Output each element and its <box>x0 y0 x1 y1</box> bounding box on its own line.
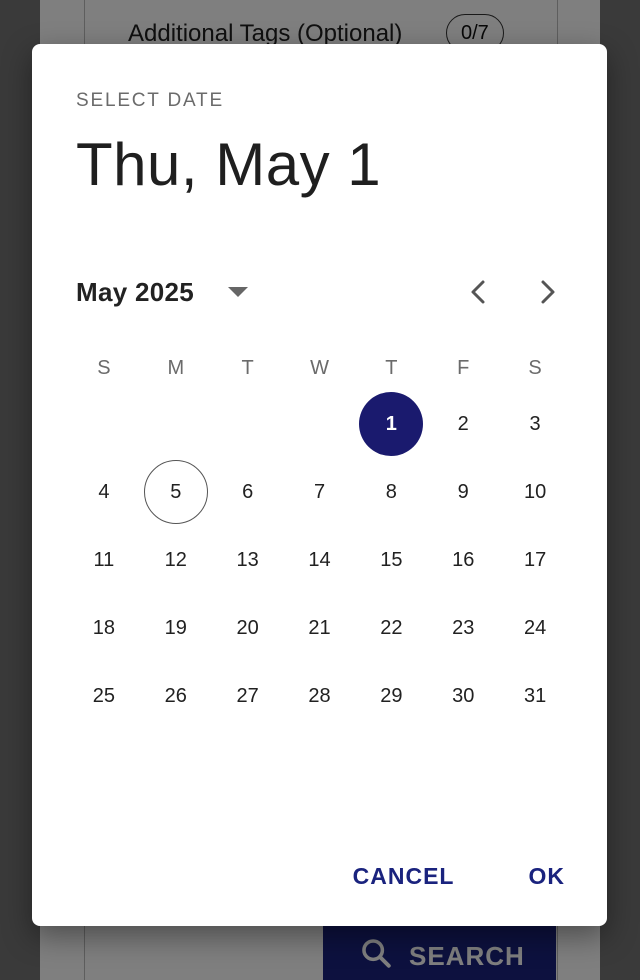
calendar-day-2[interactable]: 2 <box>427 390 499 458</box>
calendar-day-19[interactable]: 19 <box>140 594 212 662</box>
calendar-day-label: 27 <box>236 684 259 707</box>
calendar-day-label: 18 <box>92 616 116 639</box>
calendar-day-label: 5 <box>143 460 208 524</box>
ok-button[interactable]: OK <box>527 859 568 894</box>
calendar-day-label <box>216 392 280 456</box>
calendar-day-18[interactable]: 18 <box>68 594 140 662</box>
calendar-day-30[interactable]: 30 <box>427 662 499 730</box>
arrow-drop-down-icon[interactable] <box>218 272 258 312</box>
calendar-day-label: 8 <box>385 480 397 503</box>
calendar-day-label: 16 <box>452 548 475 571</box>
calendar-day-label: 26 <box>164 684 187 707</box>
weekday-label: T <box>241 356 254 379</box>
calendar-days: 1 2 3 4 5 6 7 8 9 10 11 12 13 14 15 16 17 18 19 20 21 22 23 24 2… <box>68 390 571 730</box>
calendar-day-9[interactable]: 9 <box>427 458 499 526</box>
calendar-empty-cell <box>140 390 212 458</box>
calendar-day-label: 15 <box>380 548 403 571</box>
calendar-day-label: 30 <box>452 684 475 707</box>
calendar-day-label: 1 <box>359 392 424 456</box>
calendar-day-6[interactable]: 6 <box>212 458 284 526</box>
calendar-day-14[interactable]: 14 <box>284 526 356 594</box>
calendar-day-label: 11 <box>93 548 115 571</box>
previous-month-button[interactable] <box>456 270 500 314</box>
calendar-day-label: 9 <box>457 480 469 503</box>
calendar-day-label: 28 <box>308 684 331 707</box>
calendar-day-label <box>72 392 136 456</box>
calendar-day-17[interactable]: 17 <box>499 526 571 594</box>
calendar-day-label: 6 <box>242 480 254 503</box>
calendar-day-label: 13 <box>236 548 259 571</box>
calendar-week-row: 1 2 3 <box>68 390 571 458</box>
calendar-day-label: 22 <box>380 616 403 639</box>
calendar-day-12[interactable]: 12 <box>140 526 212 594</box>
calendar-day-11[interactable]: 11 <box>68 526 140 594</box>
calendar-day-label: 7 <box>313 480 326 503</box>
calendar-week-row: 4 5 6 7 8 9 10 <box>68 458 571 526</box>
calendar-day-27[interactable]: 27 <box>212 662 284 730</box>
calendar-day-label: 20 <box>236 616 259 639</box>
calendar-day-label: 2 <box>457 412 469 435</box>
calendar-day-31[interactable]: 31 <box>499 662 571 730</box>
calendar-week-row: 18 19 20 21 22 23 24 <box>68 594 571 662</box>
calendar-day-1[interactable]: 1 <box>355 390 427 458</box>
weekday-label: T <box>385 356 398 379</box>
calendar-day-label: 24 <box>523 616 547 639</box>
calendar-empty-cell <box>68 390 140 458</box>
chevron-right-icon <box>541 280 555 304</box>
calendar-day-label: 12 <box>164 548 187 571</box>
calendar-day-10[interactable]: 10 <box>499 458 571 526</box>
calendar-day-label: 25 <box>92 684 116 707</box>
chevron-left-icon <box>471 280 485 304</box>
calendar-day-label: 3 <box>529 412 541 435</box>
calendar-day-15[interactable]: 15 <box>355 526 427 594</box>
next-month-button[interactable] <box>526 270 570 314</box>
calendar-day-29[interactable]: 29 <box>355 662 427 730</box>
calendar-day-label <box>288 392 352 456</box>
month-year-selector[interactable]: May 2025 <box>76 272 258 312</box>
weekday-label: F <box>457 356 470 379</box>
calendar-day-label: 29 <box>380 684 403 707</box>
calendar-day-label: 19 <box>164 616 187 639</box>
calendar-day-label: 17 <box>523 548 547 571</box>
calendar-day-16[interactable]: 16 <box>427 526 499 594</box>
weekday-label: W <box>310 356 329 379</box>
calendar-day-21[interactable]: 21 <box>284 594 356 662</box>
dialog-actions: CANCEL OK <box>351 859 567 894</box>
date-picker-dialog: SELECT DATE Thu, May 1 May 2025 S M T W … <box>32 44 607 926</box>
selected-date-headline: Thu, May 1 <box>76 131 382 198</box>
calendar-day-25[interactable]: 25 <box>68 662 140 730</box>
dialog-overline: SELECT DATE <box>76 90 224 111</box>
calendar-empty-cell <box>284 390 356 458</box>
calendar-day-3[interactable]: 3 <box>499 390 571 458</box>
calendar-day-label: 21 <box>308 616 331 639</box>
calendar-day-7[interactable]: 7 <box>284 458 356 526</box>
calendar-day-8[interactable]: 8 <box>355 458 427 526</box>
calendar-day-label: 10 <box>523 480 547 503</box>
calendar-day-20[interactable]: 20 <box>212 594 284 662</box>
month-year-label: May 2025 <box>76 276 195 307</box>
calendar-day-label: 14 <box>308 548 331 571</box>
calendar-day-22[interactable]: 22 <box>355 594 427 662</box>
calendar-day-24[interactable]: 24 <box>499 594 571 662</box>
calendar-day-5[interactable]: 5 <box>140 458 212 526</box>
calendar-empty-cell <box>212 390 284 458</box>
calendar-day-label: 4 <box>98 480 110 503</box>
calendar-day-label <box>144 392 208 456</box>
calendar-grid: S M T W T F S 1 2 3 4 5 6 7 8 9 10 11 12 13 14 15 16 17 1… <box>68 346 571 730</box>
calendar-day-23[interactable]: 23 <box>427 594 499 662</box>
calendar-day-28[interactable]: 28 <box>284 662 356 730</box>
weekday-label: M <box>167 356 185 379</box>
calendar-week-row: 25 26 27 28 29 30 31 <box>68 662 571 730</box>
calendar-day-13[interactable]: 13 <box>212 526 284 594</box>
weekday-label: S <box>528 356 542 379</box>
calendar-day-label: 31 <box>523 684 547 707</box>
cancel-button[interactable]: CANCEL <box>351 859 457 894</box>
calendar-day-label: 23 <box>452 616 475 639</box>
calendar-day-26[interactable]: 26 <box>140 662 212 730</box>
calendar-day-4[interactable]: 4 <box>68 458 140 526</box>
weekday-label: S <box>97 356 111 379</box>
calendar-week-row: 11 12 13 14 15 16 17 <box>68 526 571 594</box>
weekday-header-row: S M T W T F S <box>68 346 571 390</box>
